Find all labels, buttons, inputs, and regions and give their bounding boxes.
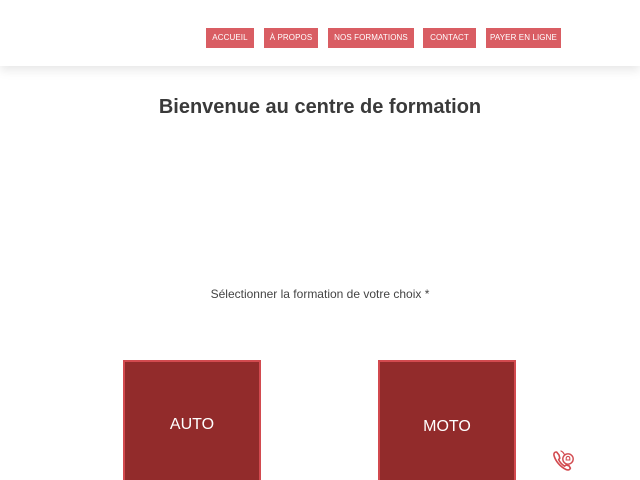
main-nav: ACCUEIL À PROPOS NOS FORMATIONS CONTACT … xyxy=(0,28,640,48)
formation-moto-label: MOTO xyxy=(423,418,471,435)
formation-auto-card[interactable]: AUTO xyxy=(123,360,261,480)
formation-auto-label: AUTO xyxy=(169,416,215,433)
phone-call-icon[interactable] xyxy=(551,448,577,474)
phone-call-icon-svg xyxy=(553,450,574,471)
nav-a-propos-button[interactable]: À PROPOS xyxy=(264,28,318,48)
nav-nos-formations-button[interactable]: NOS FORMATIONS xyxy=(328,28,414,48)
nav-contact-button[interactable]: CONTACT xyxy=(423,28,476,48)
formation-select-label: Sélectionner la formation de votre choix… xyxy=(210,287,430,301)
page-title: Bienvenue au centre de formation xyxy=(158,96,482,118)
site-header: ACCUEIL À PROPOS NOS FORMATIONS CONTACT … xyxy=(0,0,640,66)
nav-accueil-button[interactable]: ACCUEIL xyxy=(206,28,254,48)
page: ACCUEIL À PROPOS NOS FORMATIONS CONTACT … xyxy=(0,0,640,480)
formation-moto-card[interactable]: MOTO xyxy=(378,360,516,480)
nav-payer-en-ligne-button[interactable]: PAYER EN LIGNE xyxy=(486,28,561,48)
